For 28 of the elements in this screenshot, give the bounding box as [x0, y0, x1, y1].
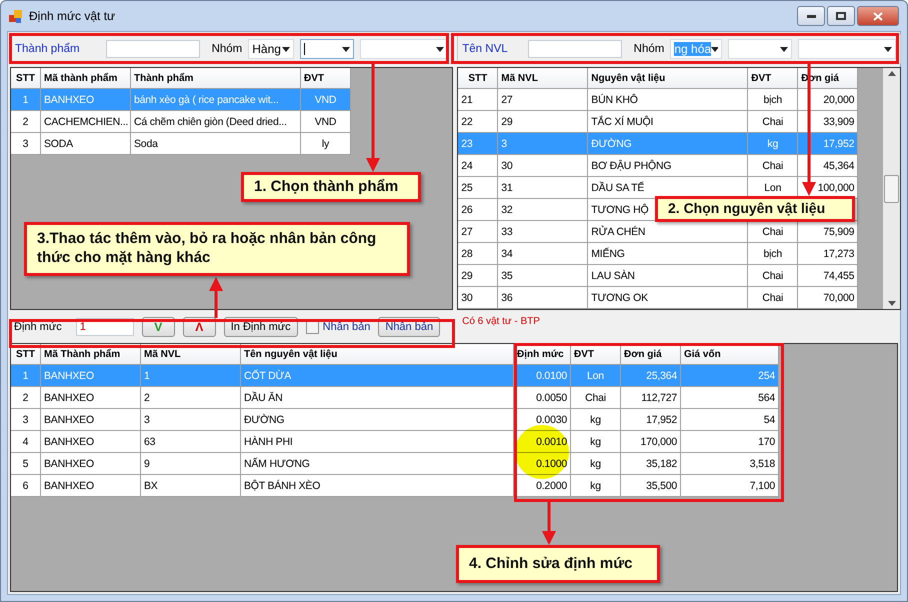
table-cell: TƯƠNG OK — [588, 287, 748, 309]
table-cell: ly — [301, 133, 351, 155]
table-cell: 3 — [11, 133, 41, 155]
table-cell: Chai — [748, 287, 798, 309]
table-cell: 70,000 — [798, 287, 858, 309]
window-title: Định mức vật tư — [29, 9, 116, 23]
table-cell: 7,100 — [681, 475, 779, 497]
callout: 1. Chọn thành phẩm — [241, 172, 421, 202]
field-label: Thành phẩm — [15, 43, 80, 55]
table-cell: kg — [571, 475, 621, 497]
table-cell: 35,500 — [621, 475, 681, 497]
table-cell: SODA — [41, 133, 131, 155]
table-cell: 30 — [458, 287, 498, 309]
table-cell: BỘT BÁNH XÈO — [241, 475, 514, 497]
checkbox-label: Nhân bản — [322, 321, 370, 333]
table-cell: BANHXEO — [41, 475, 141, 497]
callout: 3.Thao tác thêm vào, bỏ ra hoặc nhân bản công thức cho mặt hàng khác — [24, 222, 410, 276]
hint-tooltip: 2. Chọn nguyên vật liệu — [655, 196, 855, 222]
field-label: Tên NVL — [462, 43, 508, 55]
callout: 4. Chỉnh sửa định mức — [456, 545, 660, 583]
field-label: Định mức — [14, 321, 62, 333]
table-cell: BX — [141, 475, 241, 497]
status-text: Có 6 vật tư - BTP — [462, 316, 540, 327]
table-cell: Soda — [131, 133, 301, 155]
field-label: Nhóm — [634, 43, 664, 55]
field-label: Nhóm — [212, 43, 242, 55]
table-cell: 36 — [498, 287, 588, 309]
table-cell: 6 — [11, 475, 41, 497]
